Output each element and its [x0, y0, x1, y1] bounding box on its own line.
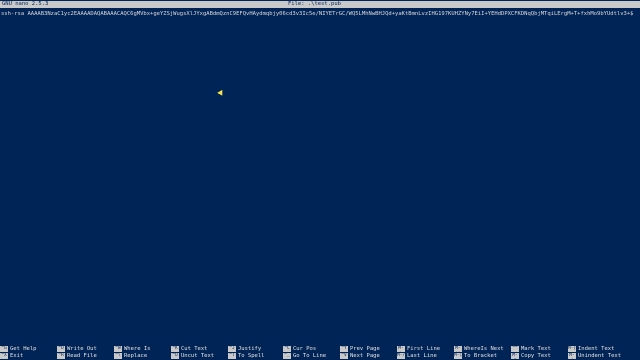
shortcut-copy-text[interactable]: Copy Text	[521, 353, 551, 359]
shortcut-key[interactable]: ^K	[171, 346, 179, 352]
shortcut-indent-text[interactable]: Indent Text	[578, 346, 614, 352]
shortcut-cut-text[interactable]: Cut Text	[181, 346, 208, 352]
shortcut-key[interactable]: ^T	[228, 353, 236, 359]
shortcut-justify[interactable]: Justify	[238, 346, 261, 352]
shortcut-column: ^C Cur Pos ^_ Go To Line	[283, 346, 343, 360]
shortcut-get-help[interactable]: Get Help	[10, 346, 37, 352]
shortcut-key[interactable]: ^^	[511, 346, 519, 352]
terminal-window: GNU nano 2.5.3 File: .\test.pub ssh-rsa …	[0, 0, 640, 360]
shortcut-uncut-text[interactable]: Uncut Text	[181, 353, 214, 359]
shortcut-key[interactable]: ^V	[340, 353, 348, 359]
shortcut-column: M-} Indent Text M-{ Unindent Text	[568, 346, 638, 360]
shortcut-column: M-\ First Line M-/ Last Line	[397, 346, 457, 360]
shortcut-column: ^W Where Is ^\ Replace	[114, 346, 174, 360]
shortcut-key[interactable]: ^O	[57, 346, 65, 352]
shortcut-key[interactable]: ^\	[114, 353, 122, 359]
shortcut-key[interactable]: ^_	[283, 353, 291, 359]
shortcut-key[interactable]: ^C	[283, 346, 291, 352]
shortcut-key[interactable]: M-{	[568, 353, 576, 360]
shortcut-key[interactable]: M-]	[454, 353, 462, 359]
shortcut-column: ^K Cut Text ^U Uncut Text	[171, 346, 231, 360]
file-name: File: .\test.pub	[288, 1, 341, 7]
shortcut-key[interactable]: ^R	[57, 353, 65, 359]
shortcut-where-is[interactable]: Where Is	[124, 346, 151, 352]
shortcut-read-file[interactable]: Read File	[67, 353, 97, 359]
shortcut-last-line[interactable]: Last Line	[407, 353, 437, 359]
shortcut-key[interactable]: M-6	[511, 353, 519, 360]
editor-line[interactable]: ssh-rsa AAAAB3NzaC1yc2EAAAADAQABAAACAQC6…	[1, 11, 639, 18]
shortcut-key[interactable]: ^G	[0, 346, 8, 352]
shortcut-key[interactable]: ^X	[0, 353, 8, 359]
shortcut-unindent-text[interactable]: Unindent Text	[578, 353, 621, 359]
shortcut-write-out[interactable]: Write Out	[67, 346, 97, 352]
shortcut-column: ^Y Prev Page ^V Next Page	[340, 346, 400, 360]
shortcut-column: M-W WhereIs Next M-] To Bracket	[454, 346, 514, 360]
shortcut-key[interactable]: M-\	[397, 346, 405, 357]
shortcut-key[interactable]: M-W	[454, 346, 462, 357]
nano-title-bar: GNU nano 2.5.3 File: .\test.pub	[0, 1, 640, 8]
shortcut-next-page[interactable]: Next Page	[350, 353, 380, 359]
shortcut-bar: ^G Get Help ^X Exit ^O Write Out ^R Read…	[0, 346, 640, 360]
shortcut-to-bracket[interactable]: To Bracket	[464, 353, 497, 359]
shortcut-mark-text[interactable]: Mark Text	[521, 346, 551, 352]
shortcut-to-spell[interactable]: To Spell	[238, 353, 265, 359]
shortcut-column: ^J Justify ^T To Spell	[228, 346, 288, 360]
shortcut-key[interactable]: ^J	[228, 346, 236, 352]
shortcut-key[interactable]: M-}	[568, 346, 576, 352]
shortcut-key[interactable]: M-/	[397, 353, 405, 359]
shortcut-first-line[interactable]: First Line	[407, 346, 440, 352]
shortcut-whereis-next[interactable]: WhereIs Next	[464, 346, 504, 352]
shortcut-column: ^G Get Help ^X Exit	[0, 346, 60, 360]
shortcut-exit[interactable]: Exit	[10, 353, 23, 359]
shortcut-key[interactable]: ^W	[114, 346, 122, 352]
shortcut-go-to-line[interactable]: Go To Line	[293, 353, 326, 359]
shortcut-column: ^^ Mark Text M-6 Copy Text	[511, 346, 571, 360]
editor-area[interactable]: ssh-rsa AAAAB3NzaC1yc2EAAAADAQABAAACAQC6…	[0, 10, 640, 333]
shortcut-key[interactable]: ^U	[171, 353, 179, 359]
shortcut-key[interactable]: ^Y	[340, 346, 348, 352]
shortcut-column: ^O Write Out ^R Read File	[57, 346, 117, 360]
shortcut-cur-pos[interactable]: Cur Pos	[293, 346, 316, 352]
shortcut-replace[interactable]: Replace	[124, 353, 147, 359]
nano-version: GNU nano 2.5.3	[2, 1, 49, 7]
shortcut-prev-page[interactable]: Prev Page	[350, 346, 380, 352]
